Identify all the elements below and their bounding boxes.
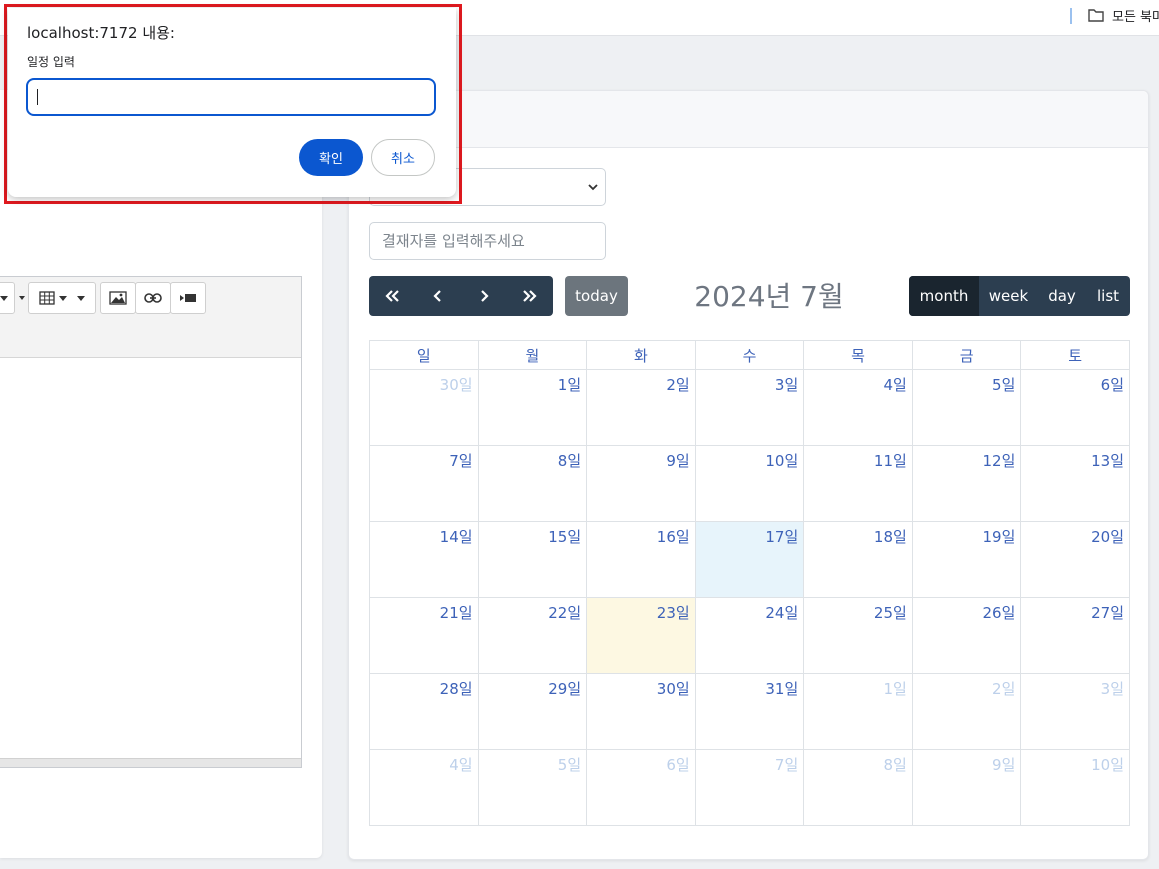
chevron-left-icon (433, 290, 441, 302)
video-icon[interactable] (170, 282, 206, 314)
dialog-title: localhost:7172 내용: (27, 24, 175, 42)
rich-text-editor (0, 276, 302, 768)
day-cell[interactable]: 2일 (586, 369, 696, 446)
day-cell[interactable]: 4일 (803, 369, 913, 446)
all-bookmarks-link[interactable]: 모든 북마 (1112, 6, 1159, 25)
day-cell[interactable]: 1일 (803, 673, 913, 750)
approver-input[interactable] (369, 222, 606, 260)
day-cell[interactable]: 14일 (369, 521, 479, 598)
day-cell[interactable]: 30일 (369, 369, 479, 446)
dropdown-caret-icon[interactable] (19, 282, 25, 314)
bookmarks-separator (1070, 8, 1072, 24)
day-cell[interactable]: 30일 (586, 673, 696, 750)
calendar-card: today 2024년 7월 month week day list 일 월 화… (348, 90, 1149, 860)
day-cell[interactable]: 9일 (586, 445, 696, 522)
link-icon[interactable] (135, 282, 171, 314)
weekday-header: 토 (1020, 340, 1130, 370)
day-cell[interactable]: 16일 (586, 521, 696, 598)
dialog-message: 일정 입력 (27, 55, 75, 69)
week-row: 4일 5일 6일 7일 8일 9일 10일 (369, 749, 1130, 826)
weekday-header: 일 (369, 340, 479, 370)
prompt-dialog: localhost:7172 내용: 일정 입력 확인 취소 (8, 8, 456, 197)
chevron-down-icon (588, 184, 598, 191)
weekday-header: 목 (803, 340, 913, 370)
dialog-input[interactable] (26, 78, 436, 116)
cancel-button[interactable]: 취소 (371, 139, 435, 176)
prev-month-button[interactable] (415, 276, 461, 316)
week-row: 7일 8일 9일 10일 11일 12일 13일 (369, 445, 1130, 522)
week-row: 21일 22일 23일 24일 25일 26일 27일 (369, 597, 1130, 674)
day-cell[interactable]: 29일 (477, 673, 588, 750)
image-icon[interactable] (100, 282, 136, 314)
day-cell[interactable]: 3일 (1020, 673, 1130, 750)
day-cell[interactable]: 12일 (911, 445, 1022, 522)
editor-statusbar (0, 758, 301, 767)
day-cell[interactable]: 18일 (803, 521, 913, 598)
day-cell[interactable]: 19일 (911, 521, 1022, 598)
view-switcher: month week day list (909, 276, 1130, 316)
day-cell[interactable]: 25일 (803, 597, 913, 674)
table-icon[interactable] (28, 282, 96, 314)
day-cell[interactable]: 1일 (477, 369, 588, 446)
day-cell[interactable]: 6일 (586, 749, 696, 826)
weekday-header: 화 (586, 340, 696, 370)
week-row: 28일 29일 30일 31일 1일 2일 3일 (369, 673, 1130, 750)
day-cell[interactable]: 24일 (694, 597, 805, 674)
chevron-right-icon (481, 290, 489, 302)
day-cell[interactable]: 17일 (694, 521, 805, 598)
day-cell[interactable]: 6일 (1020, 369, 1130, 446)
day-cell[interactable]: 31일 (694, 673, 805, 750)
view-day-button[interactable]: day (1038, 276, 1086, 316)
editor-card (0, 90, 322, 858)
double-chevron-left-icon (385, 290, 399, 302)
day-cell[interactable]: 5일 (477, 749, 588, 826)
weekday-header: 월 (477, 340, 588, 370)
editor-content-area[interactable] (0, 359, 301, 759)
weekday-header-row: 일 월 화 수 목 금 토 (369, 340, 1130, 370)
editor-toolbar (0, 277, 301, 358)
today-button[interactable]: today (565, 276, 628, 316)
next-month-button[interactable] (461, 276, 507, 316)
day-cell[interactable]: 7일 (694, 749, 805, 826)
weekday-header: 수 (694, 340, 805, 370)
card-header (349, 91, 1148, 148)
weekday-header: 금 (911, 340, 1022, 370)
month-calendar-grid: 일 월 화 수 목 금 토 30일 1일 2일 3일 4일 5일 6일 7일 8… (369, 340, 1130, 826)
day-cell[interactable]: 20일 (1020, 521, 1130, 598)
day-cell[interactable]: 10일 (1020, 749, 1130, 826)
week-row: 14일 15일 16일 17일 18일 19일 20일 (369, 521, 1130, 598)
folder-icon[interactable] (1088, 8, 1104, 22)
day-cell[interactable]: 26일 (911, 597, 1022, 674)
view-month-button[interactable]: month (909, 276, 979, 316)
day-cell[interactable]: 15일 (477, 521, 588, 598)
calendar-nav-group (369, 276, 553, 316)
day-cell[interactable]: 9일 (911, 749, 1022, 826)
day-cell[interactable]: 4일 (369, 749, 479, 826)
dropdown-caret-icon[interactable] (0, 282, 15, 314)
day-cell[interactable]: 21일 (369, 597, 479, 674)
view-week-button[interactable]: week (979, 276, 1038, 316)
view-list-button[interactable]: list (1086, 276, 1130, 316)
day-cell[interactable]: 28일 (369, 673, 479, 750)
day-cell[interactable]: 8일 (803, 749, 913, 826)
day-cell[interactable]: 2일 (911, 673, 1022, 750)
day-cell[interactable]: 8일 (477, 445, 588, 522)
text-caret (37, 89, 38, 105)
calendar-title: 2024년 7월 (694, 280, 844, 313)
day-cell[interactable]: 3일 (694, 369, 805, 446)
day-cell[interactable]: 23일 (586, 597, 696, 674)
day-cell[interactable]: 13일 (1020, 445, 1130, 522)
day-cell[interactable]: 5일 (911, 369, 1022, 446)
week-row: 30일 1일 2일 3일 4일 5일 6일 (369, 369, 1130, 446)
day-cell[interactable]: 27일 (1020, 597, 1130, 674)
prev-year-button[interactable] (369, 276, 415, 316)
next-year-button[interactable] (507, 276, 553, 316)
ok-button[interactable]: 확인 (299, 139, 363, 176)
day-cell[interactable]: 7일 (369, 445, 479, 522)
day-cell[interactable]: 10일 (694, 445, 805, 522)
day-cell[interactable]: 22일 (477, 597, 588, 674)
day-cell[interactable]: 11일 (803, 445, 913, 522)
double-chevron-right-icon (523, 290, 537, 302)
